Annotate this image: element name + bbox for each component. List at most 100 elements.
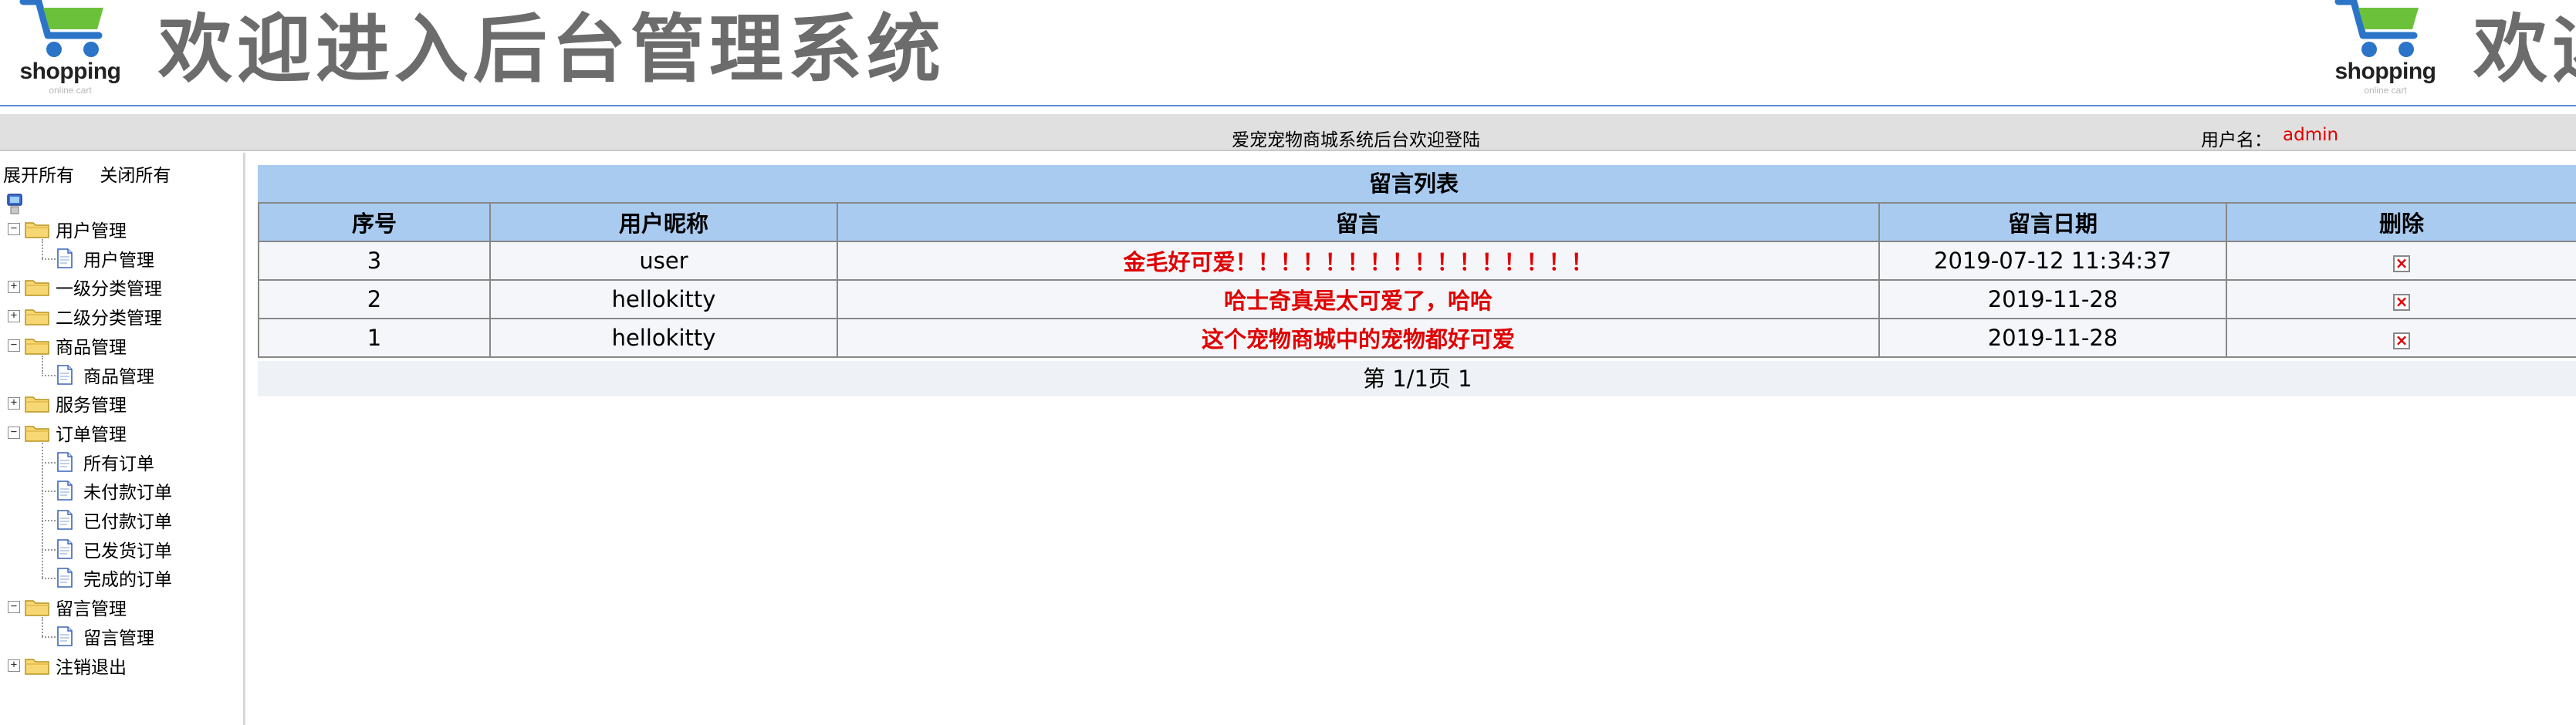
tree-connector (42, 548, 56, 551)
folder-icon (25, 658, 49, 675)
expand-toggle-icon[interactable]: + (8, 281, 20, 294)
banner-title: 欢迎进入后台管理系统 (158, 6, 945, 93)
delete-icon[interactable]: × (2393, 294, 2410, 311)
tree-connector (42, 258, 56, 260)
username-value: admin (2283, 125, 2339, 145)
tree-node-2[interactable]: + 二级分类管理 (8, 303, 162, 329)
tree-connector (42, 520, 56, 521)
header-banner: shopping online cart 欢迎进入后台管理系统 shopping… (0, 0, 2576, 106)
sidebar-tree: 展开所有 关闭所有 − 用户管理 用户管理 + 一级分类管理 + 二级分类管理 − 商品管理 商品… (0, 153, 245, 725)
tree-leaf-label[interactable]: 未付款订单 (83, 477, 172, 504)
tree-node-4[interactable]: + 服务管理 (8, 390, 127, 416)
tree-node-6[interactable]: − 留言管理 (8, 594, 127, 620)
expand-toggle-icon[interactable]: + (8, 310, 20, 323)
collapse-toggle-icon[interactable]: − (8, 426, 20, 439)
collapse-all-link[interactable]: 关闭所有 (100, 166, 171, 186)
tree-node-label[interactable]: 二级分类管理 (56, 303, 162, 329)
pager: 第 1/1页 1 (258, 361, 2576, 396)
document-icon (57, 451, 73, 472)
tree-leaf[interactable]: 已发货订单 (56, 536, 172, 562)
tree-leaf[interactable]: 所有订单 (56, 449, 154, 475)
document-icon (57, 248, 73, 268)
tree-leaf[interactable]: 未付款订单 (56, 477, 172, 504)
tree-connector (42, 491, 56, 493)
document-icon (57, 481, 73, 501)
tree-leaf-label[interactable]: 商品管理 (83, 362, 154, 388)
top-info-bar: 爱宠宠物商城系统后台欢迎登陆 用户名： admin (0, 114, 2576, 151)
expand-all-link[interactable]: 展开所有 (3, 166, 74, 186)
tree-connector (42, 355, 43, 375)
col-header-message: 留言 (837, 202, 1880, 242)
tree-connector (42, 461, 56, 464)
folder-icon (25, 280, 49, 297)
cart-icon (19, 0, 103, 57)
tree-node-7[interactable]: + 注销退出 (8, 652, 127, 679)
tree-node-label[interactable]: 留言管理 (56, 594, 127, 620)
tree-leaf-label[interactable]: 完成的订单 (83, 565, 172, 591)
shopping-logo-repeat: shopping online cart (2324, 0, 2440, 99)
tree-node-label[interactable]: 商品管理 (56, 332, 127, 359)
cell-date: 2019-11-28 (1878, 318, 2227, 358)
col-header-id: 序号 (258, 202, 491, 242)
pager-text[interactable]: 第 1/1页 1 (1363, 361, 1472, 396)
collapse-toggle-icon[interactable]: − (8, 223, 20, 235)
document-icon (57, 538, 73, 559)
cell-nickname: hellokitty (489, 318, 838, 358)
folder-icon (25, 396, 49, 413)
tree-node-0[interactable]: − 用户管理 (8, 216, 127, 242)
username-label: 用户名： (2201, 130, 2272, 150)
cell-message: 哈士奇真是太可爱了，哈哈 (837, 279, 1880, 319)
tree-node-label[interactable]: 一级分类管理 (56, 274, 162, 300)
tree-leaf[interactable]: 完成的订单 (56, 565, 172, 591)
logo-word: shopping (19, 59, 121, 84)
welcome-text: 爱宠宠物商城系统后台欢迎登陆 (1232, 130, 1480, 150)
tree-connector (42, 442, 43, 578)
document-icon (57, 626, 73, 646)
cell-nickname: hellokitty (489, 279, 838, 319)
expand-toggle-icon[interactable]: + (8, 659, 20, 672)
tree-node-3[interactable]: − 商品管理 (8, 332, 127, 359)
tree-leaf[interactable]: 用户管理 (56, 245, 154, 271)
shopping-logo: shopping online cart (9, 0, 125, 99)
tree-leaf-label[interactable]: 已付款订单 (83, 507, 172, 533)
logo-tagline-repeat: online cart (2364, 85, 2407, 96)
tree-leaf-label[interactable]: 留言管理 (83, 623, 154, 649)
tree-connector (42, 578, 56, 580)
tree-node-label[interactable]: 用户管理 (56, 216, 127, 242)
folder-icon (25, 339, 49, 355)
cart-icon (2334, 0, 2419, 57)
expand-toggle-icon[interactable]: + (8, 397, 20, 410)
delete-icon[interactable]: × (2393, 255, 2410, 272)
table-row: 2 hellokitty 哈士奇真是太可爱了，哈哈 2019-11-28 × (258, 279, 2576, 319)
tree-node-label[interactable]: 订单管理 (56, 420, 127, 446)
cell-delete: × (2226, 279, 2576, 319)
document-icon (57, 568, 73, 588)
tree-node-label[interactable]: 服务管理 (56, 390, 127, 416)
tree-leaf[interactable]: 已付款订单 (56, 507, 172, 533)
tree-leaf-label[interactable]: 已发货订单 (83, 536, 172, 562)
tree-connector (42, 374, 56, 376)
cell-message: 金毛好可爱！！！！！！！！！！！！！！！！ (837, 241, 1880, 281)
tree-node-1[interactable]: + 一级分类管理 (8, 274, 162, 300)
folder-icon (25, 600, 49, 616)
tree-leaf-label[interactable]: 用户管理 (83, 245, 154, 271)
table-row: 3 user 金毛好可爱！！！！！！！！！！！！！！！！ 2019-07-12 11:… (258, 241, 2576, 281)
cell-message: 这个宠物商城中的宠物都好可爱 (837, 318, 1880, 358)
collapse-toggle-icon[interactable]: − (8, 339, 20, 352)
tree-node-label[interactable]: 注销退出 (56, 652, 127, 679)
col-header-date: 留言日期 (1878, 202, 2227, 242)
tree-actions: 展开所有 关闭所有 (3, 160, 191, 187)
collapse-toggle-icon[interactable]: − (8, 601, 20, 614)
tree-leaf[interactable]: 留言管理 (56, 623, 154, 649)
delete-icon[interactable]: × (2393, 332, 2410, 349)
list-title-text: 留言列表 (1369, 170, 1459, 197)
cell-delete: × (2226, 318, 2576, 358)
document-icon (57, 364, 73, 385)
cell-id: 1 (258, 318, 491, 358)
tree-leaf[interactable]: 商品管理 (56, 362, 154, 388)
col-header-delete: 删除 (2226, 202, 2576, 242)
tree-connector (42, 239, 43, 258)
tree-node-5[interactable]: − 订单管理 (8, 420, 127, 446)
banner-title-repeat: 欢迎进入后台管理系统 (2473, 6, 2576, 93)
tree-leaf-label[interactable]: 所有订单 (83, 449, 154, 475)
